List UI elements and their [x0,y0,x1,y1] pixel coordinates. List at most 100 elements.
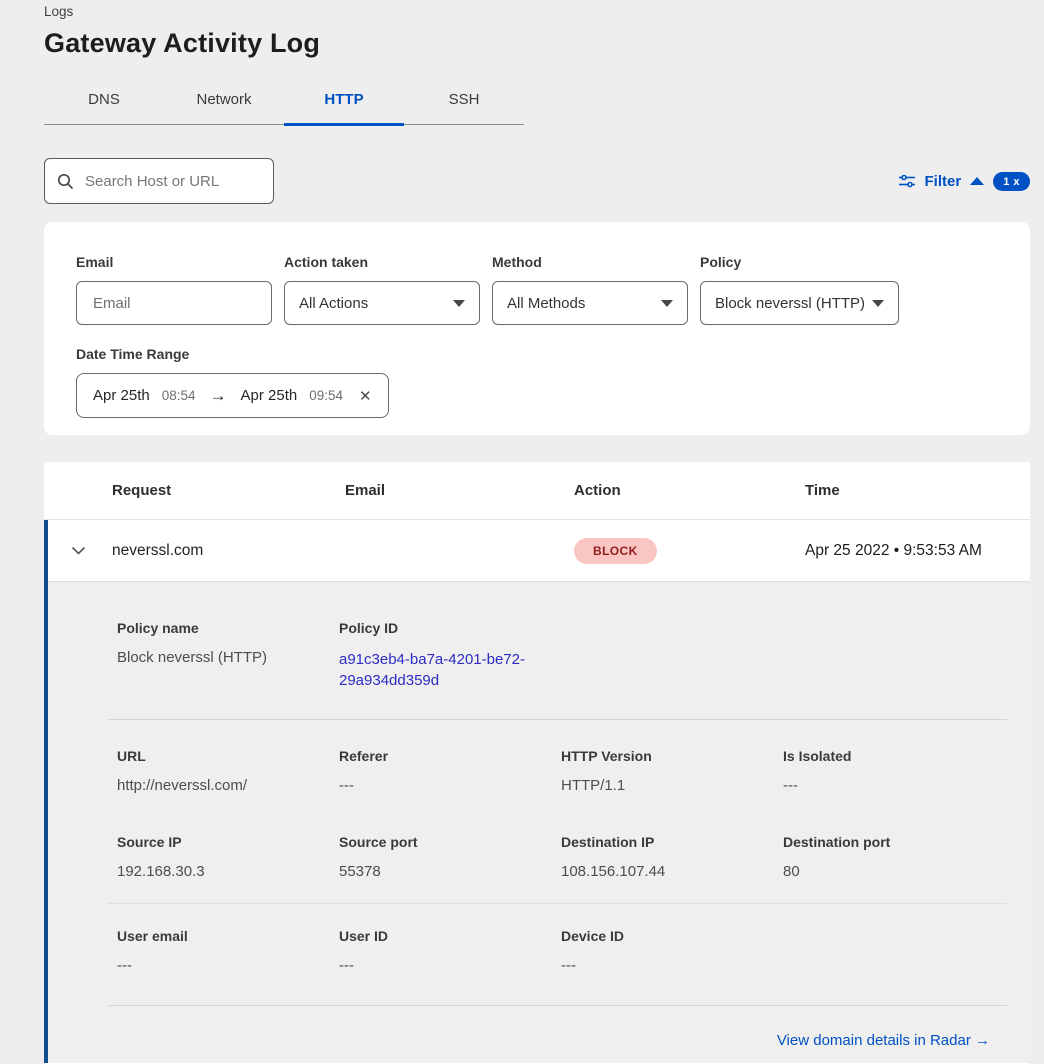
email-filter-input[interactable] [91,294,257,313]
arrow-right-icon: → [208,386,229,406]
url-label: URL [117,748,339,764]
action-taken-field: Action taken All Actions [284,254,480,325]
device-id-value: --- [561,957,783,974]
toolbar: Filter 1 x [44,158,1030,204]
filter-sliders-icon [898,173,916,189]
http-version-field: HTTP Version HTTP/1.1 [561,748,783,794]
policy-label: Policy [700,254,899,270]
chevron-down-icon [661,300,673,307]
date-range-end-date[interactable]: Apr 25th [241,387,298,404]
date-range-start-time[interactable]: 08:54 [162,388,196,403]
tab-bar: DNS Network HTTP SSH [44,81,524,125]
network-section: Source IP 192.168.30.3 Source port 55378… [44,810,1030,903]
gateway-activity-log-page: Logs Gateway Activity Log DNS Network HT… [0,0,1044,1064]
user-id-field: User ID --- [339,928,561,974]
search-box[interactable] [44,158,274,204]
policy-name-label: Policy name [117,620,339,636]
selected-row-accent-bar [44,520,48,1063]
policy-section: Policy name Block neverssl (HTTP) Policy… [44,582,1030,719]
row-request[interactable]: neverssl.com [112,542,345,560]
user-id-value: --- [339,957,561,974]
page-title: Gateway Activity Log [44,28,1030,59]
table-row[interactable]: neverssl.com BLOCK Apr 25 2022 • 9:53:53… [44,520,1030,582]
date-range-label: Date Time Range [76,346,998,362]
device-id-field: Device ID --- [561,928,783,974]
action-taken-value: All Actions [299,295,368,312]
block-action-badge: BLOCK [574,538,657,564]
action-taken-select[interactable]: All Actions [284,281,480,325]
user-section: User email --- User ID --- Device ID --- [44,904,1030,1005]
action-taken-label: Action taken [284,254,480,270]
source-port-label: Source port [339,834,561,850]
policy-id-link[interactable]: a91c3eb4-ba7a-4201-be72-29a934dd359d [339,649,534,692]
email-filter-input-wrap[interactable] [76,281,272,325]
destination-port-value: 80 [783,863,1005,880]
radar-link[interactable]: View domain details in Radar → [777,1032,990,1049]
filter-toggle[interactable]: Filter 1 x [898,172,1030,191]
log-table: Request Email Action Time neverssl.com [44,462,1030,1064]
tab-dns[interactable]: DNS [44,81,164,124]
date-range-end-time[interactable]: 09:54 [309,388,343,403]
url-section: URL http://neverssl.com/ Referer --- HTT… [44,720,1030,810]
url-value: http://neverssl.com/ [117,777,339,794]
row-action-cell: BLOCK [574,538,805,564]
method-value: All Methods [507,295,585,312]
radar-link-row: View domain details in Radar → [44,1006,1030,1050]
close-icon[interactable]: ✕ [355,387,372,405]
filter-label: Filter [925,173,962,190]
method-select[interactable]: All Methods [492,281,688,325]
policy-name-value: Block neverssl (HTTP) [117,649,339,666]
http-version-value: HTTP/1.1 [561,777,783,794]
destination-ip-label: Destination IP [561,834,783,850]
tab-http[interactable]: HTTP [284,81,404,124]
column-header-action: Action [574,482,805,499]
source-ip-field: Source IP 192.168.30.3 [117,834,339,880]
policy-id-field: Policy ID a91c3eb4-ba7a-4201-be72-29a934… [339,620,561,692]
is-isolated-field: Is Isolated --- [783,748,1005,794]
method-label: Method [492,254,688,270]
column-header-time: Time [805,482,1030,499]
http-version-label: HTTP Version [561,748,783,764]
breadcrumb[interactable]: Logs [44,4,1030,19]
table-header-row: Request Email Action Time [44,462,1030,520]
method-field: Method All Methods [492,254,688,325]
date-range-picker[interactable]: Apr 25th 08:54 → Apr 25th 09:54 ✕ [76,373,389,418]
referer-label: Referer [339,748,561,764]
policy-value: Block neverssl (HTTP) [715,295,865,312]
source-ip-label: Source IP [117,834,339,850]
caret-up-icon [970,177,984,185]
search-input[interactable] [83,172,261,191]
chevron-down-icon [453,300,465,307]
policy-select[interactable]: Block neverssl (HTTP) [700,281,899,325]
tab-network[interactable]: Network [164,81,284,124]
filter-count-badge[interactable]: 1 x [993,172,1030,191]
chevron-down-icon [872,300,884,307]
source-ip-value: 192.168.30.3 [117,863,339,880]
destination-ip-field: Destination IP 108.156.107.44 [561,834,783,880]
user-email-value: --- [117,957,339,974]
row-time: Apr 25 2022 • 9:53:53 AM [805,542,1030,560]
referer-value: --- [339,777,561,794]
row-expand-cell[interactable] [44,546,112,555]
chevron-down-icon[interactable] [71,546,86,555]
date-range-start-date[interactable]: Apr 25th [93,387,150,404]
is-isolated-value: --- [783,777,1005,794]
source-port-field: Source port 55378 [339,834,561,880]
is-isolated-label: Is Isolated [783,748,1005,764]
filter-panel: Email Action taken All Actions Method Al… [44,222,1030,435]
policy-field: Policy Block neverssl (HTTP) [700,254,899,325]
policy-id-label: Policy ID [339,620,561,636]
email-filter-label: Email [76,254,272,270]
tab-ssh[interactable]: SSH [404,81,524,124]
user-id-label: User ID [339,928,561,944]
column-header-request: Request [112,482,345,499]
policy-name-field: Policy name Block neverssl (HTTP) [117,620,339,692]
email-filter-field: Email [76,254,272,325]
url-field: URL http://neverssl.com/ [117,748,339,794]
user-email-label: User email [117,928,339,944]
device-id-label: Device ID [561,928,783,944]
destination-ip-value: 108.156.107.44 [561,863,783,880]
source-port-value: 55378 [339,863,561,880]
search-icon [57,173,74,190]
referer-field: Referer --- [339,748,561,794]
